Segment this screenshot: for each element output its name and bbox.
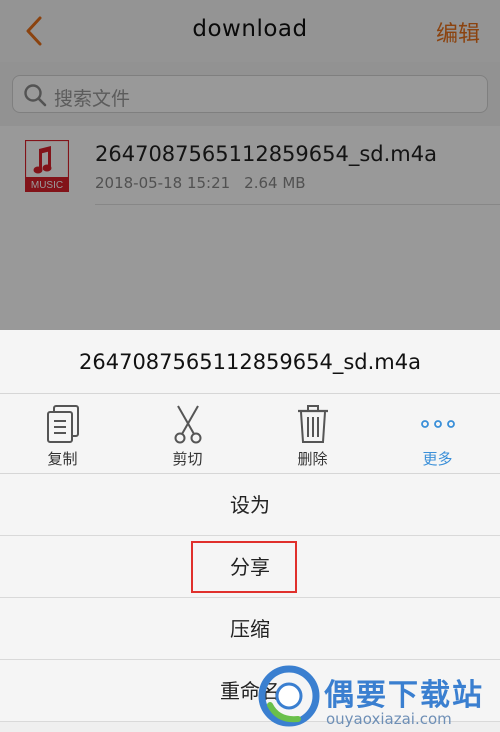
cut-button[interactable]: 剪切 [125, 394, 250, 474]
copy-label: 复制 [47, 450, 78, 468]
cut-label: 剪切 [172, 450, 203, 468]
menu-item-compress[interactable]: 压缩 [0, 598, 500, 660]
action-sheet-title: 2647087565112859654_sd.m4a [0, 330, 500, 394]
share-highlight-box [191, 541, 297, 593]
delete-label: 删除 [297, 450, 328, 468]
scissors-icon [174, 405, 202, 444]
copy-button[interactable]: 复制 [0, 394, 125, 474]
menu-item-set-as[interactable]: 设为 [0, 474, 500, 536]
delete-button[interactable]: 删除 [250, 394, 375, 474]
watermark-url: ouyaoxiazai.com [326, 710, 452, 728]
more-label: 更多 [422, 450, 453, 468]
watermark-brand: 偶要下载站 [324, 678, 484, 713]
more-dots-icon [421, 420, 455, 428]
copy-icon [47, 405, 79, 443]
trash-icon [298, 405, 328, 443]
watermark-logo-icon [258, 665, 320, 727]
quick-actions-row: 复制 剪切 删除 更多 [0, 394, 500, 474]
more-button[interactable]: 更多 [375, 394, 500, 474]
